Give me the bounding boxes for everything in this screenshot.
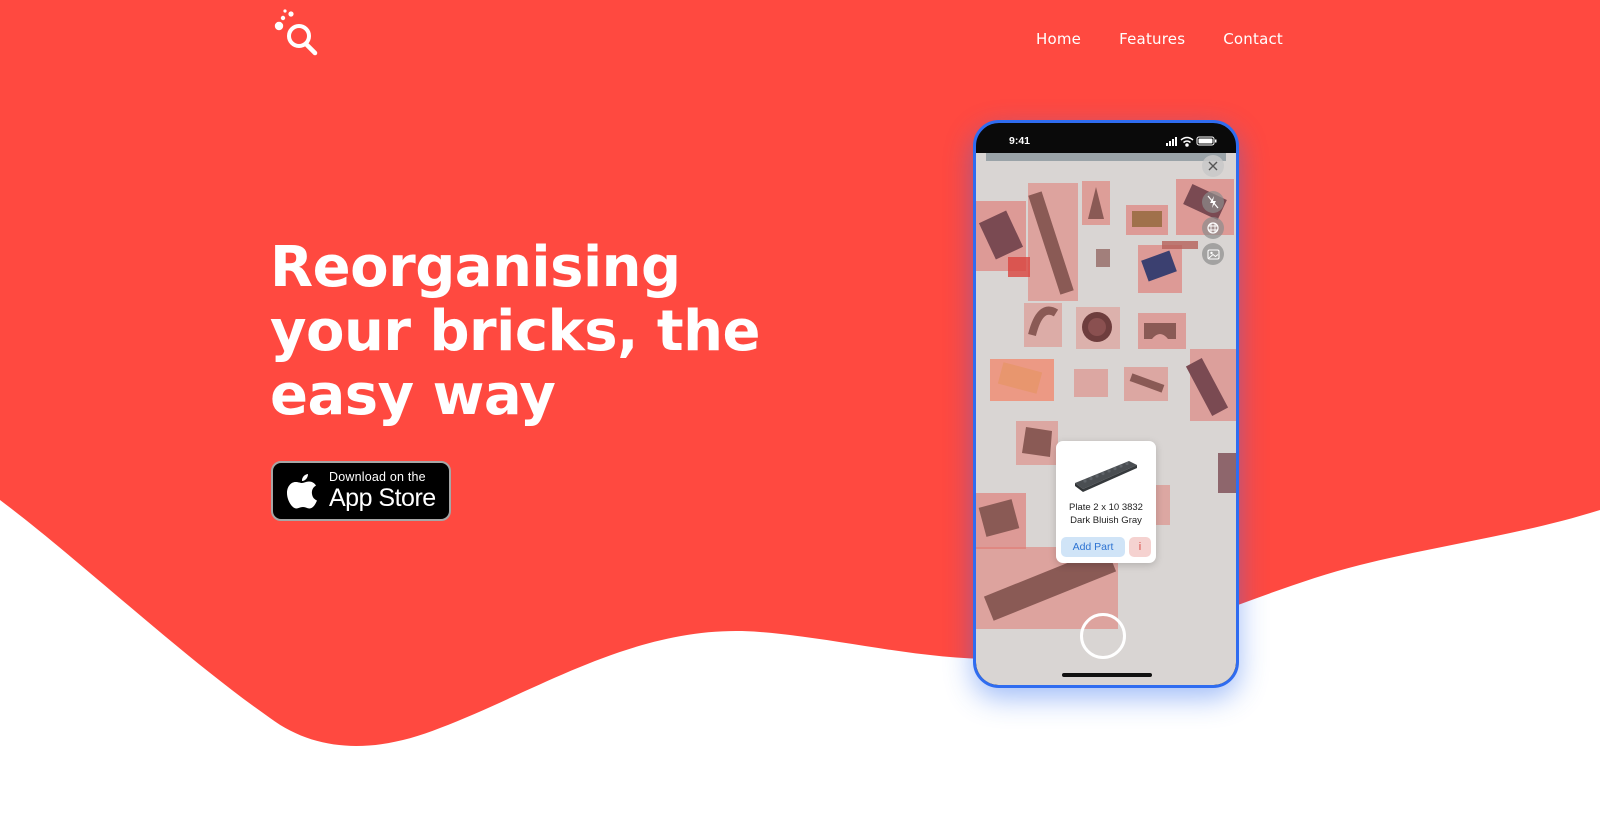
nav-link-contact[interactable]: Contact — [1223, 30, 1283, 48]
app-store-small-label: Download on the — [329, 470, 426, 484]
top-navigation: Home Features Contact — [0, 0, 1600, 80]
status-icons — [1166, 136, 1217, 147]
part-name-line1: Plate 2 x 10 3832 — [1069, 502, 1143, 513]
app-store-big-label: App Store — [329, 484, 436, 512]
shutter-button[interactable] — [1080, 613, 1126, 659]
detected-brick — [1028, 183, 1078, 301]
detected-brick — [1126, 205, 1168, 235]
flash-off-icon[interactable] — [1202, 191, 1224, 213]
gallery-icon[interactable] — [1202, 243, 1224, 265]
camera-viewfinder[interactable]: Plate 2 x 10 3832 Dark Bluish Gray Add P… — [976, 153, 1236, 685]
nav-link-features[interactable]: Features — [1119, 30, 1185, 48]
info-button[interactable]: i — [1129, 537, 1151, 557]
apple-logo-icon — [287, 474, 317, 509]
detected-brick — [1082, 181, 1110, 225]
status-time: 9:41 — [1009, 135, 1031, 147]
part-thumbnail — [1075, 461, 1137, 492]
detected-brick — [1024, 303, 1062, 347]
phone-mockup: 9:41 Plate 2 x 10 3832 Dark Bluish Gray … — [973, 120, 1239, 688]
detected-brick — [990, 359, 1054, 401]
detected-brick — [1076, 307, 1120, 349]
detected-brick — [1016, 421, 1058, 465]
detected-brick — [1138, 313, 1186, 349]
aperture-icon[interactable] — [1202, 217, 1224, 239]
part-name-line2: Dark Bluish Gray — [1070, 515, 1142, 526]
signal-icon — [1166, 137, 1177, 146]
home-indicator — [1062, 673, 1152, 677]
part-actions: Add Part i — [1061, 537, 1151, 557]
hero-headline: Reorganising your bricks, the easy way — [270, 235, 761, 428]
detected-brick — [1185, 349, 1236, 421]
nav-links: Home Features Contact — [1036, 30, 1283, 48]
battery-icon — [1196, 136, 1217, 146]
camera-scene — [976, 153, 1236, 685]
nav-link-home[interactable]: Home — [1036, 30, 1081, 48]
app-store-text: Download on the App Store — [329, 470, 436, 512]
part-info-card: Plate 2 x 10 3832 Dark Bluish Gray Add P… — [1056, 441, 1156, 563]
close-icon[interactable] — [1202, 155, 1224, 177]
add-part-button[interactable]: Add Part — [1061, 537, 1125, 557]
part-name: Plate 2 x 10 3832 Dark Bluish Gray — [1056, 501, 1156, 527]
bubbles-magnifier-logo-icon[interactable] — [270, 8, 324, 62]
detected-brick — [976, 493, 1026, 549]
app-store-download-button[interactable]: Download on the App Store — [271, 461, 451, 521]
wifi-icon — [1180, 136, 1194, 147]
detected-brick — [1138, 245, 1182, 293]
